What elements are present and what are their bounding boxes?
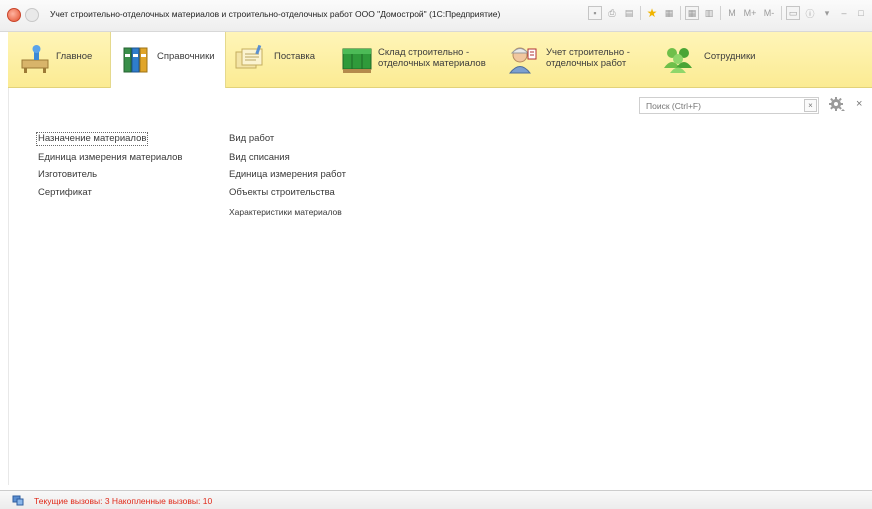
main-menu-icon[interactable] [25, 8, 39, 22]
commands-panel [8, 88, 872, 485]
section-employees[interactable]: Сотрудники [652, 32, 772, 88]
search-input[interactable] [640, 98, 800, 113]
section-label: Главное [56, 51, 93, 62]
memory-plus-button[interactable]: M+ [742, 6, 758, 20]
pallet-icon [342, 48, 372, 73]
binders-icon [123, 47, 148, 73]
link-manufacturer[interactable]: Изготовитель [38, 169, 97, 181]
close-icon[interactable]: × [856, 99, 862, 110]
link-certificate[interactable]: Сертификат [38, 187, 92, 199]
section-label: отделочных материалов [378, 58, 486, 69]
app-logo-icon[interactable] [7, 8, 21, 22]
section-label: Склад строительно - [378, 47, 470, 58]
section-main[interactable]: Главное [8, 32, 108, 88]
divider [640, 6, 641, 20]
section-label: Справочники [157, 51, 215, 62]
sections-panel: Главное Справочники Поставка Склад строи… [8, 32, 872, 88]
search-box[interactable]: × [639, 97, 819, 114]
history-icon[interactable]: ▦ [662, 6, 676, 20]
preview-icon[interactable]: ▤ [622, 6, 636, 20]
desk-icon [21, 45, 49, 73]
link-material-unit[interactable]: Единица измерения материалов [38, 152, 182, 164]
title-bar: Учет строительно-отделочных материалов и… [0, 0, 872, 32]
memory-button[interactable]: M [725, 6, 739, 20]
save-icon[interactable]: ▪ [588, 6, 602, 20]
link-material-purpose[interactable]: Назначение материалов [36, 132, 149, 146]
server-calls-status: Текущие вызовы: 3 Накопленные вызовы: 10 [34, 496, 213, 506]
section-label: Учет строительно - [546, 47, 630, 58]
section-supply[interactable]: Поставка [228, 32, 338, 88]
memory-minus-button[interactable]: M- [761, 6, 777, 20]
worker-icon [508, 47, 537, 74]
people-icon [664, 48, 692, 73]
section-works[interactable]: Учет строительно - отделочных работ [500, 32, 650, 88]
server-calls-icon[interactable] [12, 494, 24, 506]
window-layout-icon[interactable]: ▭ [786, 6, 800, 20]
status-bar: Текущие вызовы: 3 Накопленные вызовы: 10 [0, 490, 872, 509]
section-label: Сотрудники [704, 51, 756, 62]
divider [720, 6, 721, 20]
maximize-icon[interactable]: □ [854, 6, 868, 20]
info-icon[interactable]: ⓘ [803, 6, 817, 20]
section-references[interactable]: Справочники [110, 32, 226, 88]
section-label: Поставка [274, 51, 316, 62]
link-work-type[interactable]: Вид работ [229, 133, 274, 145]
title-toolbar: ▪ ⎙ ▤ ★ ▦ ▦ ▥ M M+ M- ▭ ⓘ ▾ – □ [588, 6, 868, 20]
link-work-unit[interactable]: Единица измерения работ [229, 169, 346, 181]
favorites-star-icon[interactable]: ★ [645, 6, 659, 20]
clear-search-icon[interactable]: × [804, 99, 817, 112]
section-warehouse[interactable]: Склад строительно - отделочных материало… [338, 32, 498, 88]
divider [680, 6, 681, 20]
minimize-icon[interactable]: – [837, 6, 851, 20]
documents-icon [235, 44, 263, 69]
section-label: отделочных работ [546, 58, 627, 69]
calendar-icon[interactable]: ▥ [702, 6, 716, 20]
link-writeoff-type[interactable]: Вид списания [229, 152, 290, 164]
dropdown-icon[interactable]: ▾ [820, 6, 834, 20]
gear-icon[interactable] [828, 96, 846, 114]
link-material-characteristics[interactable]: Характеристики материалов [229, 206, 342, 218]
window-title: Учет строительно-отделочных материалов и… [50, 9, 501, 19]
calculator-icon[interactable]: ▦ [685, 6, 699, 20]
divider [781, 6, 782, 20]
link-construction-objects[interactable]: Объекты строительства [229, 187, 335, 199]
print-icon[interactable]: ⎙ [605, 6, 619, 20]
